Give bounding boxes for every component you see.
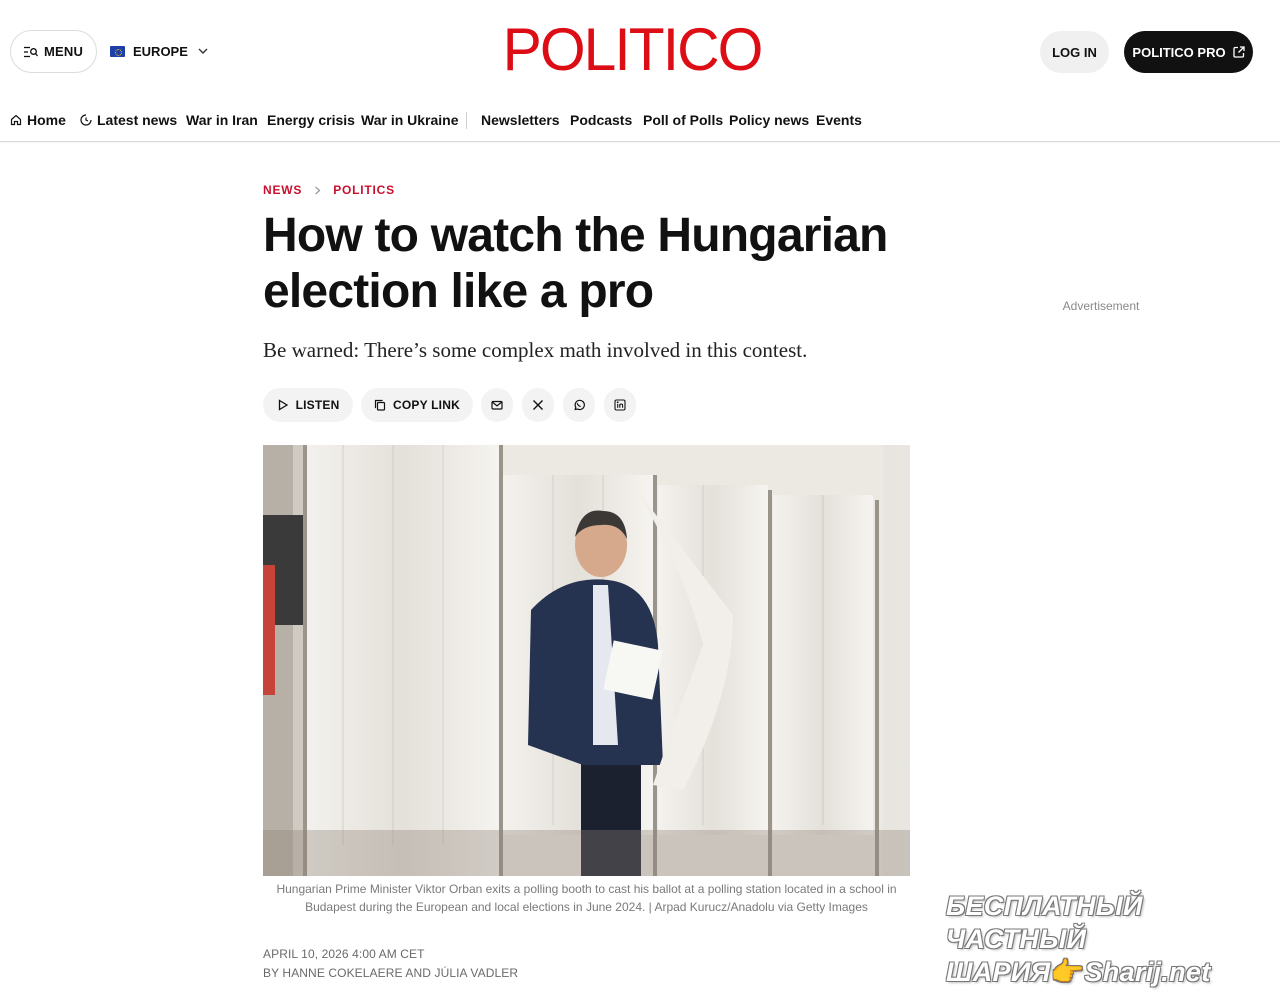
share-x-button[interactable] [522, 388, 554, 422]
nav-divider [466, 112, 467, 129]
politico-pro-label: POLITICO PRO [1132, 44, 1226, 60]
nav-item-label: War in Iran [186, 112, 258, 128]
nav-item-poll-of-polls[interactable]: Poll of Polls [643, 110, 723, 130]
copy-icon [374, 399, 386, 411]
external-link-icon [1232, 46, 1245, 58]
main-navigation: Home Latest news War in Iran Energy cris… [0, 102, 1280, 142]
nav-item-label: Home [27, 112, 66, 128]
nav-item-label: Poll of Polls [643, 112, 724, 128]
whatsapp-icon [574, 399, 585, 411]
polling-booth-photo [263, 445, 910, 876]
nav-item-home[interactable]: Home [10, 110, 66, 130]
share-email-button[interactable] [481, 388, 513, 422]
pointing-hand-icon: 👉 [1050, 957, 1085, 987]
nav-item-war-in-ukraine[interactable]: War in Ukraine [361, 110, 459, 130]
article-byline: BY HANNE COKELAERE AND JÚLIA VADLER [263, 966, 519, 980]
advertisement-label: Advertisement [1062, 299, 1140, 313]
menu-button[interactable]: MENU [10, 30, 97, 73]
x-icon [533, 400, 543, 410]
breadcrumb-news[interactable]: NEWS [263, 183, 302, 197]
email-icon [491, 400, 503, 410]
listen-button[interactable]: LISTEN [263, 388, 353, 422]
nav-item-label: War in Ukraine [361, 112, 459, 128]
listen-label: LISTEN [295, 398, 340, 412]
nav-item-podcasts[interactable]: Podcasts [570, 110, 632, 130]
nav-item-label: Policy news [729, 112, 810, 128]
copy-link-label: COPY LINK [393, 398, 460, 412]
politico-logo[interactable]: POLITICO [503, 18, 764, 82]
home-icon [10, 114, 22, 126]
copy-link-button[interactable]: COPY LINK [361, 388, 473, 422]
nav-item-newsletters[interactable]: Newsletters [481, 110, 560, 130]
watermark-line-2: ШАРИЯ👉Sharij.net [946, 956, 1256, 989]
nav-item-events[interactable]: Events [816, 110, 862, 130]
share-whatsapp-button[interactable] [563, 388, 595, 422]
edition-selector[interactable]: EUROPE [110, 41, 208, 61]
menu-search-icon [23, 46, 38, 57]
politico-pro-button[interactable]: POLITICO PRO [1124, 31, 1253, 73]
nav-item-energy-crisis[interactable]: Energy crisis [267, 110, 355, 130]
chevron-right-icon [315, 186, 321, 194]
play-icon [278, 399, 288, 411]
linkedin-icon [614, 399, 626, 411]
watermark: БЕСПЛАТНЫЙ ЧАСТНЫЙ ШАРИЯ👉Sharij.net [946, 890, 1256, 989]
share-linkedin-button[interactable] [604, 388, 636, 422]
watermark-line-2-left: ШАРИЯ [946, 957, 1051, 987]
latest-news-icon [80, 114, 92, 126]
photo-caption: Hungarian Prime Minister Viktor Orban ex… [276, 882, 897, 914]
article-headline: How to watch the Hungarian election like… [263, 209, 888, 318]
article-dateline: APRIL 10, 2026 4:00 AM CET [263, 947, 425, 961]
nav-item-label: Podcasts [570, 112, 633, 128]
watermark-line-2-right: Sharij.net [1084, 957, 1211, 987]
nav-item-label: Latest news [97, 112, 178, 128]
nav-item-label: Energy crisis [267, 112, 355, 128]
article-photo [263, 445, 910, 876]
edition-label: EUROPE [133, 43, 188, 59]
menu-button-label: MENU [43, 44, 84, 59]
login-button-label: LOG IN [1052, 44, 1097, 60]
site-header: MENU EUROPE POLITICO LOG IN POLITICO PRO [0, 0, 1280, 102]
article-dek: Be warned: There’s some complex math inv… [263, 338, 808, 362]
breadcrumb-politics[interactable]: POLITICS [333, 183, 395, 197]
eu-flag-icon [110, 45, 125, 57]
login-button[interactable]: LOG IN [1040, 31, 1109, 73]
nav-item-latest-news[interactable]: Latest news [80, 110, 177, 130]
nav-item-label: Events [816, 112, 862, 128]
breadcrumb: NEWS POLITICS [263, 181, 395, 199]
watermark-line-1: БЕСПЛАТНЫЙ ЧАСТНЫЙ [946, 891, 1143, 954]
nav-item-policy-news[interactable]: Policy news [729, 110, 809, 130]
nav-item-war-in-iran[interactable]: War in Iran [186, 110, 258, 130]
nav-item-label: Newsletters [481, 112, 560, 128]
chevron-down-icon [198, 48, 208, 54]
